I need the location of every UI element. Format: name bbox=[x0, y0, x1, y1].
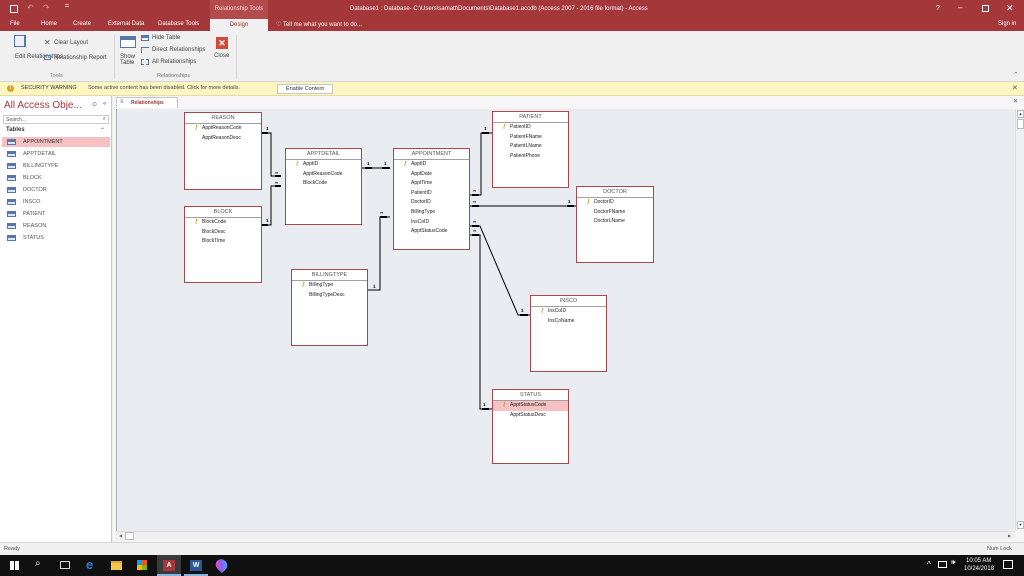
field[interactable]: BlockTime bbox=[185, 237, 261, 247]
field[interactable]: BlockDesc bbox=[185, 228, 261, 238]
card-one: 1 bbox=[367, 161, 370, 166]
field[interactable]: PatientID bbox=[394, 189, 469, 199]
field-primary-key[interactable]: DoctorID bbox=[577, 198, 653, 208]
table-doctor[interactable]: DOCTOR DoctorID DoctorFName DoctorLName bbox=[576, 186, 654, 263]
start-icon[interactable] bbox=[10, 561, 19, 570]
table-title: BLOCK bbox=[185, 207, 261, 218]
rel-block-apptdetail bbox=[262, 185, 281, 226]
table-title: APPTDETAIL bbox=[286, 149, 361, 160]
field-primary-key[interactable]: BlockCode bbox=[185, 218, 261, 228]
card-one: 1 bbox=[568, 199, 571, 204]
table-apptdetail[interactable]: APPTDETAIL ApptID ApptReasonCode BlockCo… bbox=[285, 148, 362, 225]
field-primary-key[interactable]: InsCoID bbox=[531, 307, 606, 317]
field[interactable]: InsCoName bbox=[531, 317, 606, 327]
field[interactable]: BlockCode bbox=[286, 179, 361, 189]
field[interactable]: ApptDate bbox=[394, 170, 469, 180]
file-explorer-icon[interactable] bbox=[111, 561, 122, 570]
field[interactable]: ApptReasonCode bbox=[286, 170, 361, 180]
field-primary-key[interactable]: ApptID bbox=[394, 160, 469, 170]
table-patient[interactable]: PATIENT PatientID PatientFName PatientLN… bbox=[492, 111, 569, 188]
network-icon[interactable] bbox=[938, 561, 947, 568]
card-many: ∞ bbox=[275, 170, 279, 175]
access-icon: A bbox=[163, 560, 175, 571]
card-one: 1 bbox=[266, 218, 269, 223]
clock-time[interactable]: 10:05 AM bbox=[966, 558, 991, 564]
field[interactable]: ApptStatusDesc bbox=[493, 411, 568, 421]
action-center-icon[interactable] bbox=[1003, 560, 1013, 569]
relationship-lines bbox=[262, 132, 576, 410]
table-title: DOCTOR bbox=[577, 187, 653, 198]
edge-icon[interactable]: e bbox=[86, 557, 93, 572]
card-one: 1 bbox=[484, 126, 487, 131]
field[interactable]: ApptStatusCode bbox=[394, 227, 469, 237]
rel-patient-appointment bbox=[470, 132, 492, 196]
table-title: STATUS bbox=[493, 390, 568, 401]
card-many: ∞ bbox=[275, 180, 279, 185]
field-primary-key[interactable]: ApptReasonCode bbox=[185, 124, 261, 134]
volume-icon[interactable]: 🕪 bbox=[951, 559, 955, 567]
field-primary-key[interactable]: BillingType bbox=[292, 281, 367, 291]
card-one: 1 bbox=[521, 308, 524, 313]
table-title: INSCO bbox=[531, 296, 606, 307]
table-title: BILLINGTYPE bbox=[292, 270, 367, 281]
field[interactable]: PatientFName bbox=[493, 133, 568, 143]
card-one: 1 bbox=[266, 126, 269, 131]
rel-insco-appointment bbox=[470, 225, 530, 316]
field[interactable]: PatientLName bbox=[493, 142, 568, 152]
table-title: APPOINTMENT bbox=[394, 149, 469, 160]
table-status[interactable]: STATUS ApptStatusCode ApptStatusDesc bbox=[492, 389, 569, 464]
table-title: PATIENT bbox=[493, 112, 568, 123]
card-many: ∞ bbox=[473, 228, 477, 233]
status-bar: Ready Num Lock bbox=[0, 542, 1024, 555]
field[interactable]: DoctorID bbox=[394, 198, 469, 208]
table-insco[interactable]: INSCO InsCoID InsCoName bbox=[530, 295, 607, 372]
store-icon[interactable] bbox=[137, 560, 147, 570]
rel-billingtype-appointment bbox=[368, 216, 390, 291]
field[interactable]: DoctorFName bbox=[577, 208, 653, 218]
table-title: REASON bbox=[185, 113, 261, 124]
paint3d-icon[interactable] bbox=[213, 556, 230, 574]
field[interactable]: ApptTime bbox=[394, 179, 469, 189]
field[interactable]: PatientPhone bbox=[493, 152, 568, 162]
word-icon: W bbox=[190, 560, 202, 571]
table-billingtype[interactable]: BILLINGTYPE BillingType BillingTypeDesc bbox=[291, 269, 368, 346]
field-primary-key[interactable]: PatientID bbox=[493, 123, 568, 133]
table-reason[interactable]: REASON ApptReasonCode ApptReasonDesc bbox=[184, 112, 262, 190]
card-many: ∞ bbox=[473, 219, 477, 224]
field-primary-key[interactable]: ApptID bbox=[286, 160, 361, 170]
rel-status-appointment bbox=[470, 234, 492, 410]
taskbar: ⌕ e A W ^ 🕪 10:05 AM 10/24/2018 bbox=[0, 555, 1024, 576]
status-ready: Ready bbox=[4, 546, 20, 552]
card-one: 1 bbox=[483, 402, 486, 407]
card-many: ∞ bbox=[473, 188, 477, 193]
field-primary-key[interactable]: ApptStatusCode bbox=[493, 401, 568, 411]
table-block[interactable]: BLOCK BlockCode BlockDesc BlockTime bbox=[184, 206, 262, 283]
word-taskbar-button[interactable]: W bbox=[184, 555, 208, 576]
task-view-icon[interactable] bbox=[60, 561, 70, 569]
access-taskbar-button[interactable]: A bbox=[157, 555, 181, 576]
field[interactable]: BillingTypeDesc bbox=[292, 291, 367, 301]
card-one: 1 bbox=[373, 284, 376, 289]
status-num-lock: Num Lock bbox=[987, 546, 1012, 552]
field[interactable]: BillingType bbox=[394, 208, 469, 218]
table-appointment[interactable]: APPOINTMENT ApptID ApptDate ApptTime Pat… bbox=[393, 148, 470, 250]
field[interactable]: InsCoID bbox=[394, 218, 469, 228]
show-hidden-icons[interactable]: ^ bbox=[927, 560, 931, 569]
search-icon[interactable]: ⌕ bbox=[35, 558, 41, 569]
card-one: 1 bbox=[384, 161, 387, 166]
clock-date[interactable]: 10/24/2018 bbox=[964, 566, 994, 572]
card-many: ∞ bbox=[473, 199, 477, 204]
card-many: ∞ bbox=[380, 210, 384, 215]
field[interactable]: ApptReasonDesc bbox=[185, 134, 261, 144]
field[interactable]: DoctorLName bbox=[577, 217, 653, 227]
